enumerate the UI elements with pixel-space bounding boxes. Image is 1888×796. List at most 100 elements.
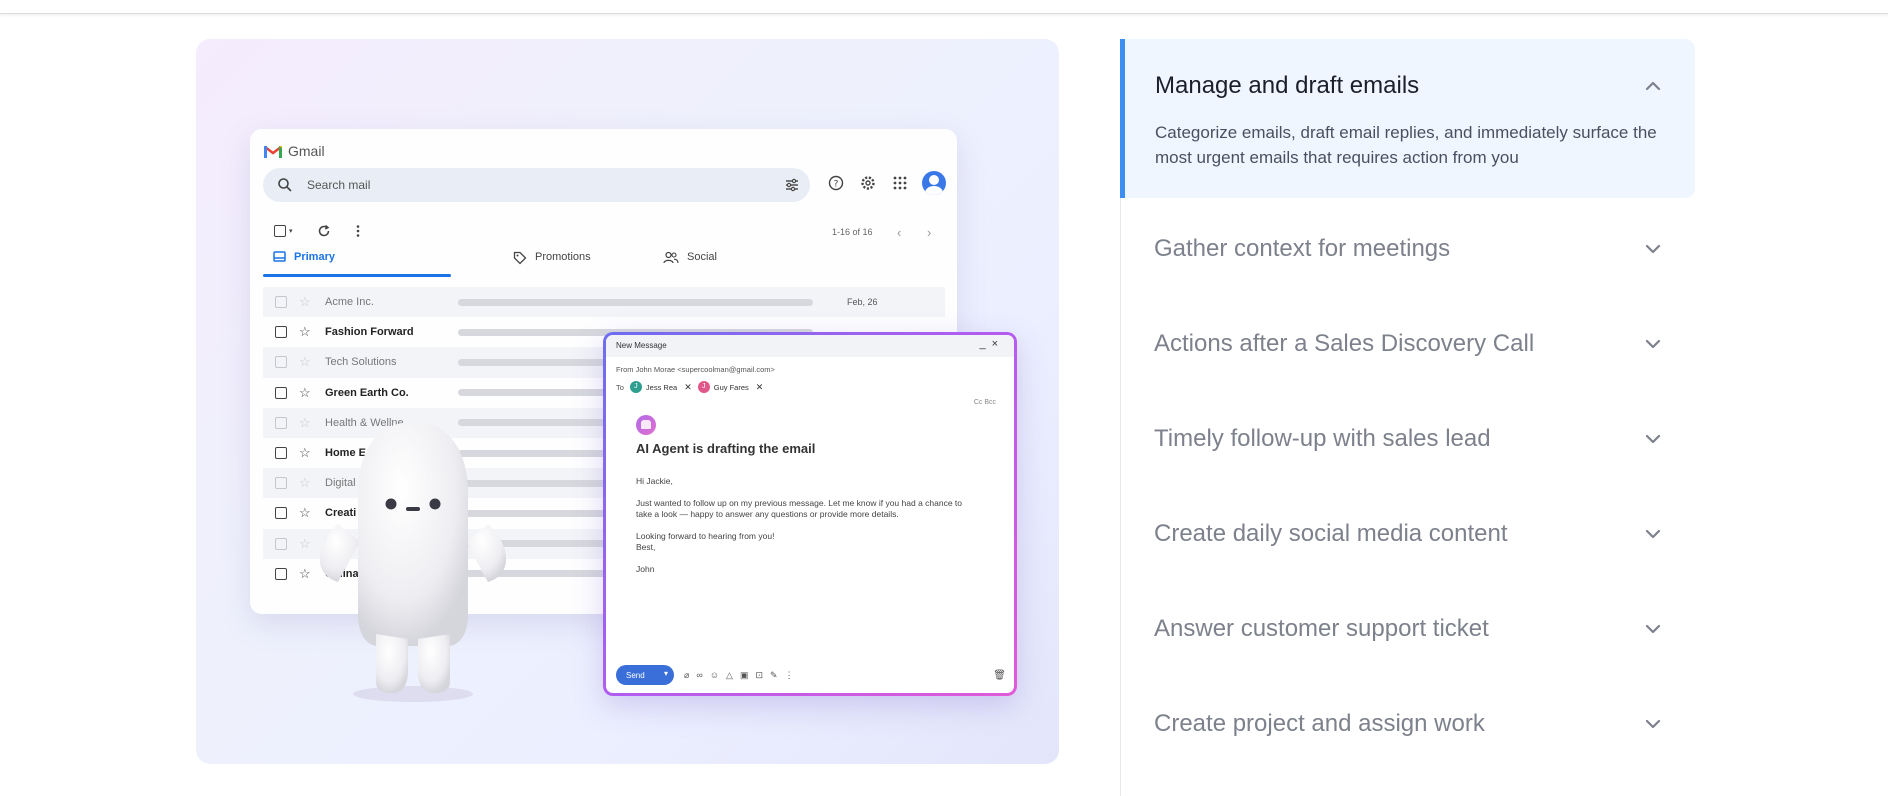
tag-icon [513, 251, 527, 265]
ai-agent-icon [636, 415, 656, 435]
chevron-down-icon[interactable] [1645, 336, 1661, 352]
hero-illustration: Gmail Search mail ? ▾ 1-16 of 16 ‹ › Pri… [196, 39, 1059, 764]
mascot-character [319, 422, 507, 702]
accordion-item-title: Manage and draft emails [1155, 72, 1420, 99]
row-checkbox[interactable] [275, 416, 287, 429]
chevron-down-icon[interactable] [1645, 526, 1661, 542]
tab-primary-label: Primary [294, 251, 335, 263]
account-avatar[interactable] [922, 171, 946, 195]
help-icon[interactable]: ? [828, 175, 844, 191]
row-checkbox[interactable] [275, 296, 287, 309]
next-page-icon[interactable]: › [927, 225, 931, 240]
apps-grid-icon[interactable] [892, 175, 908, 191]
link-icon[interactable]: ∞ [696, 670, 702, 681]
drive-icon[interactable]: △ [726, 670, 733, 681]
send-button[interactable]: Send [616, 665, 674, 685]
cc-bcc-link[interactable]: Cc Bcc [974, 399, 996, 406]
gmail-m-icon [264, 145, 282, 158]
chevron-down-icon[interactable] [1645, 716, 1661, 732]
gmail-app-name: Gmail [288, 143, 325, 159]
to-field[interactable]: To J Jess Rea ✕ J Guy Fares ✕ [616, 381, 763, 393]
accordion-item[interactable]: Create project and assign work [1120, 710, 1695, 770]
row-checkbox[interactable] [275, 567, 287, 580]
row-checkbox[interactable] [275, 447, 287, 460]
tab-primary[interactable]: Primary [273, 247, 335, 277]
recipient-name: Jess Rea [645, 382, 678, 392]
remove-recipient-icon[interactable]: ✕ [756, 382, 764, 393]
search-placeholder: Search mail [307, 178, 371, 192]
accordion-item[interactable]: Timely follow-up with sales lead [1120, 425, 1695, 485]
accordion-item[interactable]: Answer customer support ticket [1120, 615, 1695, 675]
more-vert-icon[interactable] [355, 224, 361, 238]
close-icon[interactable]: × [992, 338, 1004, 350]
chevron-down-icon[interactable] [1645, 241, 1661, 257]
compose-format-icons: ⌀ ∞ ☺ △ ▣ ⊡ ✎ ⋮ [684, 670, 794, 681]
compose-title: New Message [616, 341, 667, 350]
email-sender: Acme Inc. [325, 296, 374, 309]
gmail-search-bar[interactable]: Search mail [263, 168, 810, 202]
chevron-down-icon[interactable] [1645, 621, 1661, 637]
remove-recipient-icon[interactable]: ✕ [684, 382, 692, 393]
recipient-chip[interactable]: J Guy Fares ✕ [697, 381, 764, 393]
top-nav-bar [0, 0, 1888, 14]
select-all-checkbox[interactable]: ▾ [274, 225, 293, 237]
accordion-item[interactable]: Gather context for meetings [1120, 235, 1695, 295]
email-row[interactable]: ☆ Acme Inc. Feb, 26 [263, 287, 945, 318]
email-sender: Tech Solutions [325, 356, 397, 369]
star-icon[interactable]: ☆ [299, 324, 313, 340]
refresh-icon[interactable] [317, 224, 331, 238]
accordion-item-title: Answer customer support ticket [1154, 615, 1489, 642]
tab-social[interactable]: Social [663, 247, 717, 277]
window-controls[interactable]: _× [979, 338, 1004, 350]
svg-text:?: ? [834, 180, 839, 190]
people-icon [663, 251, 679, 264]
search-icon [278, 178, 292, 192]
recipient-avatar: J [629, 381, 642, 393]
accordion-item-title: Timely follow-up with sales lead [1154, 425, 1491, 452]
row-checkbox[interactable] [275, 356, 287, 369]
more-options-icon[interactable]: ⋮ [785, 670, 794, 681]
email-greeting: Hi Jackie, [636, 476, 673, 486]
row-checkbox[interactable] [275, 537, 287, 550]
to-label: To [616, 382, 624, 392]
message-count: 1-16 of 16 [832, 227, 873, 237]
send-label: Send [626, 670, 645, 680]
settings-gear-icon[interactable] [860, 175, 876, 191]
email-sender: Fashion Forward [325, 326, 414, 339]
lock-icon[interactable]: ⊡ [755, 670, 763, 681]
star-icon[interactable]: ☆ [299, 385, 313, 401]
email-body[interactable]: Hi Jackie, Just wanted to follow up on m… [636, 476, 976, 586]
accordion-item-description: Categorize emails, draft email replies, … [1155, 123, 1657, 167]
gmail-tabs: Primary Promotions Social [263, 247, 943, 277]
tab-promotions[interactable]: Promotions [513, 247, 591, 277]
minimize-icon[interactable]: _ [979, 338, 991, 350]
trash-icon[interactable]: 🗑 [993, 670, 1006, 681]
prev-page-icon[interactable]: ‹ [897, 225, 901, 240]
row-checkbox[interactable] [275, 326, 287, 339]
chevron-down-icon[interactable] [1645, 431, 1661, 447]
accordion-item[interactable]: Create daily social media content [1120, 520, 1695, 580]
ai-agent-status: AI Agent is drafting the email [636, 441, 816, 456]
row-checkbox[interactable] [275, 386, 287, 399]
accordion-item[interactable]: Actions after a Sales Discovery Call [1120, 330, 1695, 390]
emoji-icon[interactable]: ☺ [710, 670, 719, 681]
accordion-item-open[interactable]: Manage and draft emails Categorize email… [1120, 39, 1695, 198]
row-checkbox[interactable] [275, 507, 287, 520]
active-tab-indicator [263, 274, 451, 277]
search-filter-icon[interactable] [784, 177, 800, 193]
chevron-up-icon[interactable] [1645, 78, 1661, 94]
attach-icon[interactable]: ⌀ [684, 670, 689, 681]
email-signoff: Best, [636, 542, 656, 552]
compose-window: New Message _× From John Morae <supercoo… [603, 332, 1017, 696]
star-icon[interactable]: ☆ [299, 354, 313, 370]
image-icon[interactable]: ▣ [740, 670, 749, 681]
email-preview-placeholder [458, 298, 813, 306]
from-field: From John Morae <supercoolman@gmail.com> [616, 365, 775, 374]
pen-icon[interactable]: ✎ [770, 670, 778, 681]
star-icon[interactable]: ☆ [299, 294, 313, 310]
recipient-chip[interactable]: J Jess Rea ✕ [629, 381, 692, 393]
row-checkbox[interactable] [275, 477, 287, 490]
gmail-toolbar: ▾ [274, 224, 361, 238]
email-signature: John [636, 564, 655, 574]
compose-toolbar: Send ⌀ ∞ ☺ △ ▣ ⊡ ✎ ⋮ 🗑 [616, 665, 1006, 685]
